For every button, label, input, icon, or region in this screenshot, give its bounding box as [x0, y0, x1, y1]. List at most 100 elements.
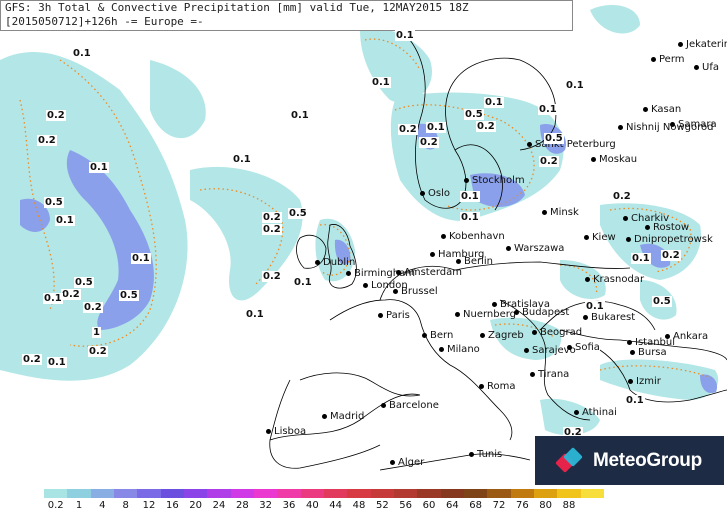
city-dot-icon	[585, 276, 590, 282]
city-label: Jekaterinburg	[678, 39, 727, 50]
city-dot-icon	[441, 233, 446, 239]
precip-value: 0.5	[288, 208, 308, 219]
scale-label: 1	[75, 500, 83, 511]
scale-label: 36	[282, 500, 296, 511]
scale-label: 88	[562, 500, 576, 511]
city-label: Brussel	[393, 286, 438, 297]
city-name: Amsterdam	[404, 267, 463, 278]
city-dot-icon	[645, 224, 650, 230]
scale-swatch	[347, 489, 371, 498]
precip-value: 0.5	[119, 290, 139, 301]
color-scale-labels: 0.2 1 4 8 12 16 20 24 28 32 36 40 44 48 52 56 60 64 68 72 76…	[44, 500, 604, 512]
city-label: Budapest	[514, 307, 569, 318]
city-dot-icon	[479, 383, 484, 389]
city-label: Beograd	[532, 327, 582, 338]
city-label: Bern	[422, 330, 453, 341]
precip-value: 0.1	[625, 395, 645, 406]
precip-value: 0.1	[55, 215, 75, 226]
city-dot-icon	[393, 288, 398, 294]
city-name: Paris	[386, 310, 410, 321]
city-name: Perm	[659, 54, 685, 65]
city-name: Oslo	[428, 188, 450, 199]
city-label: Kobenhavn	[441, 231, 505, 242]
precip-value: 0.1	[290, 110, 310, 121]
city-label: Stockholm	[464, 175, 525, 186]
scale-label: 0.2	[47, 500, 64, 511]
city-dot-icon	[430, 251, 435, 257]
scale-swatch	[580, 489, 604, 498]
scale-label: 24	[212, 500, 226, 511]
city-dot-icon	[346, 270, 351, 276]
city-dot-icon	[396, 269, 401, 275]
city-dot-icon	[694, 64, 699, 70]
city-label: Amsterdam	[396, 267, 462, 278]
city-dot-icon	[651, 56, 656, 62]
city-label: Tunis	[469, 449, 502, 460]
city-label: Alger	[390, 457, 424, 468]
city-label: Ufa	[694, 62, 719, 73]
city-label: Berlin	[456, 256, 493, 267]
city-label: Roma	[479, 381, 516, 392]
city-name: Stockholm	[472, 175, 525, 186]
precip-value: 0.1	[293, 277, 313, 288]
city-label: Minsk	[542, 207, 579, 218]
city-name: Ankara	[673, 331, 709, 342]
city-dot-icon	[464, 177, 469, 183]
city-label: Milano	[439, 344, 480, 355]
city-label: Oslo	[420, 188, 450, 199]
scale-label: 12	[142, 500, 156, 511]
precip-value: 0.2	[262, 212, 282, 223]
city-label: Paris	[378, 310, 410, 321]
city-name: Nishnij Nowgorod	[626, 122, 714, 133]
city-label: Rostow	[645, 222, 689, 233]
precip-value: 0.5	[74, 277, 94, 288]
precip-value: 0.2	[83, 302, 103, 313]
city-name: Moskau	[599, 154, 638, 165]
precip-value: 0.2	[37, 135, 57, 146]
city-dot-icon	[567, 344, 572, 350]
city-name: Budapest	[522, 307, 570, 318]
header-line-1: GFS: 3h Total & Convective Precipitation…	[5, 1, 469, 14]
scale-swatch	[463, 489, 488, 498]
city-name: Beograd	[540, 327, 583, 338]
precip-value: 0.2	[262, 271, 282, 282]
city-dot-icon	[584, 234, 589, 240]
city-name: Tunis	[477, 449, 503, 460]
city-label: Sofia	[567, 342, 600, 353]
precip-value: 0.5	[44, 197, 64, 208]
city-label: Nuernberg	[455, 309, 516, 320]
scale-label: 80	[539, 500, 553, 511]
city-name: Lisboa	[274, 426, 307, 437]
city-dot-icon	[469, 451, 474, 457]
city-dot-icon	[315, 259, 320, 265]
city-dot-icon	[506, 245, 511, 251]
precip-value: 0.1	[131, 253, 151, 264]
scale-label: 28	[235, 500, 249, 511]
scale-swatch	[44, 489, 68, 498]
precip-value: 0.1	[426, 122, 446, 133]
scale-label: 68	[469, 500, 483, 511]
precip-value: 0.1	[47, 357, 67, 368]
scale-swatch	[183, 489, 208, 498]
scale-label: 52	[375, 500, 389, 511]
scale-swatch	[323, 489, 348, 498]
scale-label: 16	[165, 500, 179, 511]
precip-value: 0.2	[539, 156, 559, 167]
city-dot-icon	[643, 106, 648, 112]
precip-value: 0.5	[544, 133, 564, 144]
precip-value: 0.1	[565, 80, 585, 91]
scale-swatch	[510, 489, 534, 498]
city-label: Warszawa	[506, 243, 564, 254]
city-dot-icon	[623, 215, 628, 221]
city-name: Athinai	[582, 407, 617, 418]
scale-swatch	[253, 489, 278, 498]
color-scale-bar	[44, 489, 604, 498]
city-name: Nuernberg	[463, 309, 517, 320]
city-dot-icon	[618, 124, 623, 130]
scale-swatch	[440, 489, 464, 498]
city-label: Krasnodar	[585, 274, 644, 285]
scale-label: 40	[305, 500, 319, 511]
precip-value: 0.2	[476, 121, 496, 132]
city-dot-icon	[591, 156, 596, 162]
scale-swatch	[557, 489, 581, 498]
